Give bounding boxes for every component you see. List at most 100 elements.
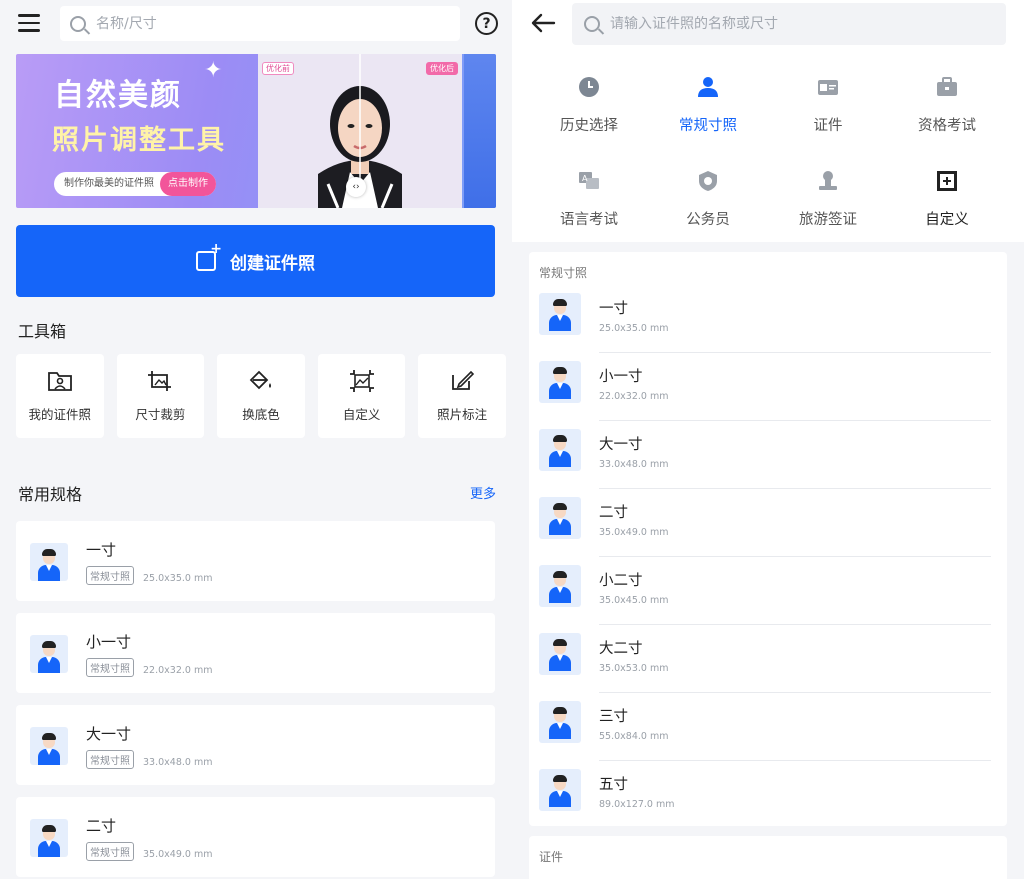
spec-size: 22.0x32.0 mm xyxy=(599,391,669,402)
tool-custom[interactable]: 自定义 xyxy=(317,354,406,438)
home-screen: ? ✦ 自然美颜 照片调整工具 制作你最美的证件照 点击制作 xyxy=(0,0,512,879)
edit-icon xyxy=(452,370,475,390)
paint-bucket-icon xyxy=(249,370,271,389)
id-card-icon xyxy=(818,80,838,95)
category-label: 旅游签证 xyxy=(799,212,857,228)
search-icon xyxy=(584,16,600,32)
avatar-icon xyxy=(30,543,68,581)
category-label: 公务员 xyxy=(686,212,730,228)
tool-annotate[interactable]: 照片标注 xyxy=(418,354,506,438)
spec-size: 33.0x48.0 mm xyxy=(143,757,213,768)
banner-subtitle: 照片调整工具 xyxy=(52,125,226,156)
search-bar[interactable] xyxy=(60,6,460,41)
spec-tag: 常规寸照 xyxy=(86,566,134,585)
category-label: 常规寸照 xyxy=(679,118,737,134)
avatar-icon xyxy=(30,727,68,765)
category-id[interactable]: 证件 xyxy=(768,76,888,135)
spec-name: 小二寸 xyxy=(599,573,643,589)
spec-size: 22.0x32.0 mm xyxy=(143,665,213,676)
spec-card[interactable]: 小一寸 常规寸照 22.0x32.0 mm xyxy=(16,613,495,693)
more-link[interactable]: 更多 xyxy=(470,483,496,502)
regular-sizes-list: 常规寸照 一寸 25.0x35.0 mm 小一寸 22.0x32.0 mm 大一… xyxy=(529,252,1007,826)
category-header: 历史选择 常规寸照 证件 资格考试 A 语言考试 公务员 xyxy=(512,0,1024,242)
spec-name: 二寸 xyxy=(86,817,117,835)
compare-slider-handle[interactable]: ‹› xyxy=(346,177,366,197)
list-item[interactable]: 二寸 35.0x49.0 mm xyxy=(539,489,991,557)
category-language[interactable]: A 语言考试 xyxy=(529,170,649,229)
spec-size: 35.0x49.0 mm xyxy=(143,849,213,860)
menu-icon[interactable] xyxy=(18,14,40,32)
spec-browser-screen: 历史选择 常规寸照 证件 资格考试 A 语言考试 公务员 xyxy=(512,0,1024,879)
category-history[interactable]: 历史选择 xyxy=(529,76,649,135)
category-label: 语言考试 xyxy=(560,212,618,228)
category-civil-servant[interactable]: 公务员 xyxy=(648,170,768,229)
spec-name: 小一寸 xyxy=(599,369,643,385)
create-id-photo-button[interactable]: 创建证件照 xyxy=(16,225,495,297)
spec-name: 三寸 xyxy=(599,709,628,725)
category-label: 资格考试 xyxy=(918,118,976,134)
list-item[interactable]: 小一寸 22.0x32.0 mm xyxy=(539,353,991,421)
search-bar[interactable] xyxy=(572,3,1006,45)
list-section-title: 常规寸照 xyxy=(539,266,588,280)
top-bar: ? xyxy=(0,0,512,50)
svg-text:A: A xyxy=(582,174,588,183)
category-custom[interactable]: 自定义 xyxy=(887,170,1007,229)
spec-name: 小一寸 xyxy=(86,633,132,651)
avatar-icon xyxy=(539,293,581,335)
folder-photo-icon xyxy=(47,371,72,391)
tool-label: 尺寸裁剪 xyxy=(135,406,186,422)
spec-tag: 常规寸照 xyxy=(86,658,134,677)
back-arrow-icon[interactable] xyxy=(530,12,556,34)
spec-size: 35.0x45.0 mm xyxy=(599,595,669,606)
list-section-title: 证件 xyxy=(539,850,564,864)
avatar-icon xyxy=(539,701,581,743)
stamp-icon xyxy=(819,171,837,190)
help-icon[interactable]: ? xyxy=(475,12,498,35)
spec-card[interactable]: 二寸 常规寸照 35.0x49.0 mm xyxy=(16,797,495,877)
spec-name: 五寸 xyxy=(599,777,628,793)
spec-tag: 常规寸照 xyxy=(86,842,134,861)
search-input[interactable] xyxy=(96,15,460,32)
list-item[interactable]: 三寸 55.0x84.0 mm xyxy=(539,693,991,761)
tool-label: 自定义 xyxy=(342,406,381,422)
tool-label: 照片标注 xyxy=(437,406,488,422)
avatar-icon xyxy=(539,633,581,675)
tool-change-background[interactable]: 换底色 xyxy=(217,354,305,438)
spec-size: 25.0x35.0 mm xyxy=(599,323,669,334)
custom-frame-icon xyxy=(349,369,374,392)
badge-icon xyxy=(699,171,717,191)
spec-name: 一寸 xyxy=(86,541,117,559)
create-button-label: 创建证件照 xyxy=(230,253,315,274)
list-item[interactable]: 五寸 89.0x127.0 mm xyxy=(539,761,991,829)
avatar-icon xyxy=(539,429,581,471)
add-photo-icon xyxy=(196,241,222,271)
banner-cta-button[interactable]: 点击制作 xyxy=(160,172,216,196)
list-item[interactable]: 大一寸 33.0x48.0 mm xyxy=(539,421,991,489)
category-label: 自定义 xyxy=(925,212,969,228)
category-regular[interactable]: 常规寸照 xyxy=(648,76,768,135)
search-input[interactable] xyxy=(610,16,1006,32)
banner-next-slide xyxy=(464,54,496,208)
promo-banner[interactable]: ✦ 自然美颜 照片调整工具 制作你最美的证件照 点击制作 优化前 优化后 ‹› xyxy=(16,54,496,208)
list-item[interactable]: 大二寸 35.0x53.0 mm xyxy=(539,625,991,693)
list-item[interactable]: 小二寸 35.0x45.0 mm xyxy=(539,557,991,625)
list-item[interactable]: 一寸 25.0x35.0 mm xyxy=(539,285,991,353)
spec-card[interactable]: 大一寸 常规寸照 33.0x48.0 mm xyxy=(16,705,495,785)
language-icon: A xyxy=(579,172,599,189)
category-qualification[interactable]: 资格考试 xyxy=(887,76,1007,135)
before-tag: 优化前 xyxy=(262,62,294,75)
spec-card[interactable]: 一寸 常规寸照 25.0x35.0 mm xyxy=(16,521,495,601)
crop-icon xyxy=(148,370,172,391)
spec-size: 89.0x127.0 mm xyxy=(599,799,675,810)
spec-size: 35.0x49.0 mm xyxy=(599,527,669,538)
common-specs-title: 常用规格 xyxy=(18,485,83,504)
tool-my-photos[interactable]: 我的证件照 xyxy=(16,354,104,438)
category-visa[interactable]: 旅游签证 xyxy=(768,170,888,229)
spec-size: 35.0x53.0 mm xyxy=(599,663,669,674)
toolbox-title: 工具箱 xyxy=(18,322,67,341)
spec-tag: 常规寸照 xyxy=(86,750,134,769)
avatar-icon xyxy=(539,361,581,403)
briefcase-icon xyxy=(937,77,957,96)
spec-size: 25.0x35.0 mm xyxy=(143,573,213,584)
tool-crop[interactable]: 尺寸裁剪 xyxy=(116,354,205,438)
